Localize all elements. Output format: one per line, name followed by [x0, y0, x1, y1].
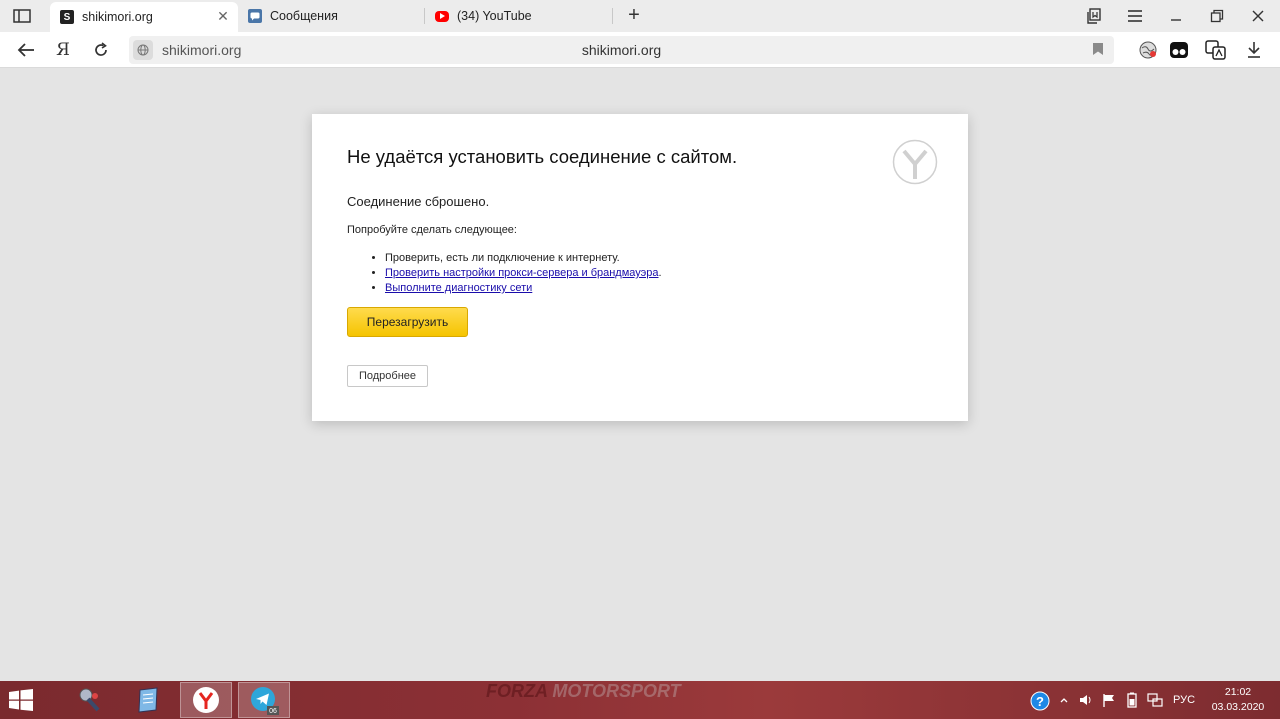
tab-messages[interactable]: Сообщения	[238, 2, 424, 30]
yandex-browser-logo-icon	[892, 139, 938, 185]
list-item: Проверить, есть ли подключение к интерне…	[385, 251, 662, 266]
suggestion-text: Проверить, есть ли подключение к интерне…	[385, 252, 620, 264]
action-center-flag-icon[interactable]	[1101, 692, 1117, 708]
tab-strip: S shikimori.org ✕ Сообщения (34) YouTube…	[0, 0, 1280, 32]
address-bar[interactable]: shikimori.org shikimori.org	[129, 36, 1114, 64]
network-diagnostics-link[interactable]: Выполните диагностику сети	[385, 282, 532, 294]
reload-icon[interactable]	[89, 38, 113, 62]
show-hidden-icons-icon[interactable]	[1056, 692, 1072, 708]
tabs-manager-icon[interactable]	[1082, 4, 1106, 28]
network-icon[interactable]	[1147, 692, 1163, 708]
tab-title: (34) YouTube	[457, 9, 532, 23]
tab-youtube[interactable]: (34) YouTube	[425, 2, 611, 30]
taskbar-notepad-icon[interactable]	[122, 682, 174, 718]
vk-icon	[248, 9, 262, 23]
address-page-title: shikimori.org	[581, 42, 662, 58]
error-subtitle: Соединение сброшено.	[347, 194, 490, 209]
suggestions-list: Проверить, есть ли подключение к интерне…	[385, 251, 662, 296]
download-icon[interactable]	[1242, 38, 1266, 62]
tab-title: Сообщения	[270, 9, 338, 23]
taskbar: 06 FORZA MOTORSPORT ? РУС 21:02 03.03.20…	[0, 681, 1280, 719]
tab-shikimori[interactable]: S shikimori.org ✕	[50, 2, 238, 32]
minimize-icon[interactable]	[1164, 4, 1188, 28]
close-window-icon[interactable]	[1246, 4, 1270, 28]
restore-icon[interactable]	[1205, 4, 1229, 28]
shikimori-favicon-icon: S	[60, 10, 74, 24]
wallpaper-text-motorsport: MOTORSPORT	[552, 681, 681, 701]
youtube-icon	[435, 10, 449, 22]
clock-date: 03.03.2020	[1211, 701, 1265, 713]
tab-title: shikimori.org	[82, 10, 153, 24]
reload-button[interactable]: Перезагрузить	[347, 307, 468, 337]
taskbar-tool-icon[interactable]	[64, 682, 116, 718]
error-card: Не удаётся установить соединение с сайто…	[312, 114, 968, 421]
taskbar-yandex-browser-icon[interactable]	[180, 682, 232, 718]
wallpaper-text-forza: FORZA	[486, 681, 553, 701]
system-clock[interactable]: 21:02 03.03.2020	[1208, 685, 1268, 715]
tab-separator	[612, 8, 613, 24]
list-item: Выполните диагностику сети	[385, 281, 662, 296]
yandex-logo-button[interactable]: Я	[51, 38, 75, 62]
taskbar-telegram-icon[interactable]: 06	[238, 682, 290, 718]
suggestion-suffix: .	[658, 267, 662, 279]
menu-icon[interactable]	[1123, 4, 1147, 28]
windows-start-icon[interactable]	[8, 689, 34, 711]
close-tab-icon[interactable]: ✕	[216, 9, 230, 23]
clock-time: 21:02	[1224, 686, 1252, 698]
telegram-badge: 06	[269, 708, 277, 715]
help-icon[interactable]: ?	[1030, 691, 1050, 711]
extension-globe-icon[interactable]	[1136, 38, 1160, 62]
volume-icon[interactable]	[1078, 692, 1094, 708]
details-button[interactable]: Подробнее	[347, 365, 428, 387]
translate-icon[interactable]	[1204, 38, 1228, 62]
sidebar-toggle-icon[interactable]	[8, 5, 36, 27]
input-language-indicator[interactable]: РУС	[1173, 694, 1195, 706]
svg-text:?: ?	[1036, 694, 1044, 709]
new-tab-button[interactable]: +	[622, 4, 646, 28]
wallpaper-logo-text: FORZA MOTORSPORT	[486, 681, 681, 702]
extension-glasses-icon[interactable]	[1167, 38, 1191, 62]
browser-toolbar: Я shikimori.org shikimori.org	[0, 32, 1280, 68]
proxy-settings-link[interactable]: Проверить настройки прокси-сервера и бра…	[385, 267, 659, 279]
back-icon[interactable]	[14, 38, 38, 62]
error-suggestions-heading: Попробуйте сделать следующее:	[347, 224, 517, 236]
error-title: Не удаётся установить соединение с сайто…	[347, 146, 738, 167]
list-item: Проверить настройки прокси-сервера и бра…	[385, 266, 662, 281]
battery-icon[interactable]	[1124, 692, 1140, 708]
bookmark-icon[interactable]	[1092, 42, 1106, 58]
